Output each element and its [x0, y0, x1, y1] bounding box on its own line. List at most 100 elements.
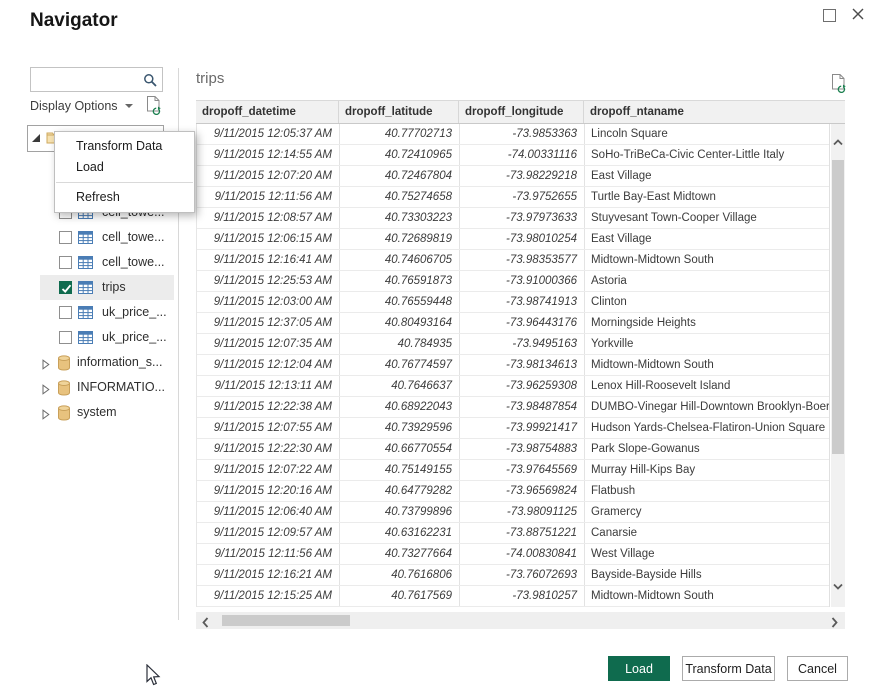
close-icon[interactable]: [851, 7, 865, 21]
table-cell: Murray Hill-Kips Bay: [585, 460, 829, 480]
table-row: 9/11/2015 12:11:56 AM40.73277664-74.0083…: [197, 544, 829, 565]
context-menu: Transform Data Load Refresh: [54, 131, 195, 213]
scroll-right-icon[interactable]: [831, 615, 838, 633]
table-cell: 40.7617569: [340, 586, 460, 606]
refresh-preview-icon[interactable]: [831, 73, 848, 98]
table-cell: 40.72467804: [340, 166, 460, 186]
table-cell: -73.9810257: [460, 586, 585, 606]
chevron-expanded-icon[interactable]: [32, 134, 40, 142]
table-cell: 9/11/2015 12:22:30 AM: [197, 439, 340, 459]
table-cell: 40.75149155: [340, 460, 460, 480]
navigator-dialog: Navigator Display Options cell_towe...ce…: [0, 0, 873, 691]
table-cell: 9/11/2015 12:12:04 AM: [197, 355, 340, 375]
table-cell: 9/11/2015 12:16:41 AM: [197, 250, 340, 270]
tree-item-database[interactable]: system: [40, 400, 174, 425]
table-cell: SoHo-TriBeCa-Civic Center-Little Italy: [585, 145, 829, 165]
table-row: 9/11/2015 12:07:22 AM40.75149155-73.9764…: [197, 460, 829, 481]
table-cell: -73.98741913: [460, 292, 585, 312]
search-icon[interactable]: [143, 73, 157, 92]
tree-item-label: information_s...: [77, 355, 162, 369]
maximize-icon[interactable]: [823, 9, 836, 22]
tree-item-table[interactable]: uk_price_...: [40, 325, 174, 350]
menu-separator: [56, 182, 193, 183]
table-cell: Astoria: [585, 271, 829, 291]
table-cell: -74.00331116: [460, 145, 585, 165]
table-row: 9/11/2015 12:07:20 AM40.72467804-73.9822…: [197, 166, 829, 187]
table-cell: Midtown-Midtown South: [585, 250, 829, 270]
checkbox[interactable]: [59, 256, 72, 269]
table-cell: 9/11/2015 12:11:56 AM: [197, 544, 340, 564]
horizontal-scrollbar[interactable]: [196, 612, 845, 629]
table-cell: 40.66770554: [340, 439, 460, 459]
table-row: 9/11/2015 12:08:57 AM40.73303223-73.9797…: [197, 208, 829, 229]
tree-item-table[interactable]: cell_towe...: [40, 250, 174, 275]
chevron-right-icon[interactable]: [42, 407, 50, 425]
table-cell: 40.73799896: [340, 502, 460, 522]
display-options-dropdown[interactable]: Display Options: [30, 99, 133, 113]
vertical-scroll-thumb[interactable]: [832, 160, 844, 454]
vertical-scrollbar[interactable]: [831, 124, 845, 607]
table-cell: 9/11/2015 12:14:55 AM: [197, 145, 340, 165]
chevron-down-icon: [125, 104, 133, 108]
transform-data-button[interactable]: Transform Data: [682, 656, 775, 681]
table-cell: 9/11/2015 12:37:05 AM: [197, 313, 340, 333]
menu-item-refresh[interactable]: Refresh: [55, 187, 194, 208]
table-cell: -73.99921417: [460, 418, 585, 438]
table-cell: -73.96569824: [460, 481, 585, 501]
table-row: 9/11/2015 12:13:11 AM40.7646637-73.96259…: [197, 376, 829, 397]
table-cell: 40.73277664: [340, 544, 460, 564]
database-icon: [57, 380, 71, 401]
menu-item-load[interactable]: Load: [55, 157, 194, 178]
preview-table-body: 9/11/2015 12:05:37 AM40.77702713-73.9853…: [196, 124, 830, 607]
table-cell: 9/11/2015 12:11:56 AM: [197, 187, 340, 207]
table-cell: -73.9752655: [460, 187, 585, 207]
refresh-preview-icon[interactable]: [146, 95, 163, 120]
table-icon: [78, 331, 93, 349]
table-cell: 40.73303223: [340, 208, 460, 228]
table-cell: -73.97645569: [460, 460, 585, 480]
load-button[interactable]: Load: [608, 656, 670, 681]
tree-item-database[interactable]: INFORMATIO...: [40, 375, 174, 400]
table-cell: -73.98353577: [460, 250, 585, 270]
table-cell: 40.7616806: [340, 565, 460, 585]
table-cell: -73.96259308: [460, 376, 585, 396]
table-icon: [78, 281, 93, 299]
cancel-button[interactable]: Cancel: [787, 656, 848, 681]
dialog-title: Navigator: [30, 10, 118, 32]
tree-item-table[interactable]: trips: [40, 275, 174, 300]
tree-item-label: system: [77, 405, 117, 419]
scroll-up-icon[interactable]: [833, 133, 843, 151]
chevron-right-icon[interactable]: [42, 357, 50, 375]
table-cell: 9/11/2015 12:16:21 AM: [197, 565, 340, 585]
table-cell: 40.7646637: [340, 376, 460, 396]
tree-item-label: INFORMATIO...: [77, 380, 165, 394]
tree-item-table[interactable]: uk_price_...: [40, 300, 174, 325]
table-cell: -73.98091125: [460, 502, 585, 522]
table-row: 9/11/2015 12:15:25 AM40.7617569-73.98102…: [197, 586, 829, 607]
table-cell: Lenox Hill-Roosevelt Island: [585, 376, 829, 396]
table-cell: Morningside Heights: [585, 313, 829, 333]
table-cell: Park Slope-Gowanus: [585, 439, 829, 459]
search-input[interactable]: [35, 70, 143, 91]
table-cell: West Village: [585, 544, 829, 564]
tree-item-table[interactable]: cell_towe...: [40, 225, 174, 250]
table-cell: Clinton: [585, 292, 829, 312]
checkbox[interactable]: [59, 306, 72, 319]
table-row: 9/11/2015 12:16:41 AM40.74606705-73.9835…: [197, 250, 829, 271]
horizontal-scroll-thumb[interactable]: [222, 615, 350, 626]
table-cell: Gramercy: [585, 502, 829, 522]
scroll-down-icon[interactable]: [833, 577, 843, 595]
checkbox[interactable]: [59, 281, 72, 294]
checkbox[interactable]: [59, 331, 72, 344]
search-box[interactable]: [30, 67, 163, 92]
scroll-left-icon[interactable]: [202, 615, 209, 633]
table-row: 9/11/2015 12:37:05 AM40.80493164-73.9644…: [197, 313, 829, 334]
column-header: dropoff_datetime: [196, 101, 339, 123]
checkbox[interactable]: [59, 231, 72, 244]
menu-item-transform-data[interactable]: Transform Data: [55, 136, 194, 157]
tree-item-database[interactable]: information_s...: [40, 350, 174, 375]
table-cell: -73.98487854: [460, 397, 585, 417]
table-row: 9/11/2015 12:16:21 AM40.7616806-73.76072…: [197, 565, 829, 586]
table-cell: DUMBO-Vinegar Hill-Downtown Brooklyn-Boe…: [585, 397, 829, 417]
chevron-right-icon[interactable]: [42, 382, 50, 400]
